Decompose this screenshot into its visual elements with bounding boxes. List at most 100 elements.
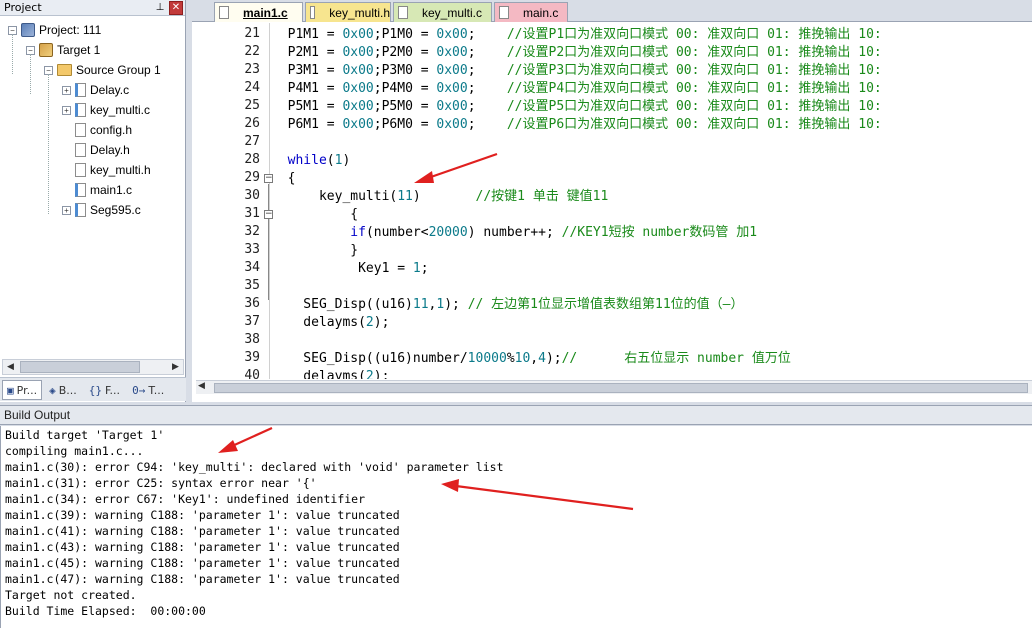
code-text: P6M1 =	[272, 117, 343, 132]
editor-tab-label: key_multi.c	[422, 5, 483, 20]
code-line[interactable]: P6M1 = 0x00;P6M0 = 0x00; //设置P6口为准双向口模式 …	[272, 116, 882, 134]
code-editor[interactable]: main1.c key_multi.h key_multi.c main.c 21 22…	[192, 0, 1032, 402]
expand-icon[interactable]: +	[62, 85, 71, 95]
tree-item[interactable]: + Seg595.c	[62, 200, 141, 220]
scroll-left-icon[interactable]: ◀	[3, 360, 18, 374]
build-output-line[interactable]: main1.c(43): warning C188: 'parameter 1'…	[5, 539, 400, 555]
code-line[interactable]: P2M1 = 0x00;P2M0 = 0x00; //设置P2口为准双向口模式 …	[272, 44, 882, 62]
code-text: }	[272, 243, 359, 258]
code-area[interactable]: P1M1 = 0x00;P1M0 = 0x00; //设置P1口为准双向口模式 …	[272, 23, 1032, 379]
build-output-line[interactable]: Build Time Elapsed: 00:00:00	[5, 603, 206, 619]
project-tree: − Project: 111− Target 1− Source Group 1 + De…	[0, 17, 185, 357]
code-text: ;	[467, 99, 507, 114]
tree-item[interactable]: − Target 1	[26, 40, 100, 60]
folder-icon	[57, 64, 72, 76]
editor-tab[interactable]: key_multi.h	[305, 2, 391, 22]
code-line[interactable]: }	[272, 242, 358, 260]
code-text: ;P6M0 =	[373, 117, 437, 132]
code-line[interactable]: while(1)	[272, 152, 351, 170]
build-output-line[interactable]: main1.c(45): warning C188: 'parameter 1'…	[5, 555, 400, 571]
build-output-line[interactable]: main1.c(41): warning C188: 'parameter 1'…	[5, 523, 400, 539]
project-panel-tab[interactable]: 0→ T...	[127, 380, 169, 400]
code-comment: //设置P4口为准双向口模式 00: 准双向口 01: 推挽输出 10:	[506, 81, 882, 96]
editor-tab[interactable]: key_multi.c	[393, 2, 492, 22]
editor-tab[interactable]: main.c	[494, 2, 568, 22]
code-number: 2	[365, 315, 374, 330]
code-comment: // 左边第1位显示增值表数组第11位的值（—）	[467, 297, 744, 312]
line-number: 37	[244, 314, 260, 329]
code-number: 11	[397, 189, 413, 204]
ide-window: Project ⊥ ✕ − Project: 111− Target 1− Sourc…	[0, 0, 1032, 628]
build-output-line[interactable]: main1.c(31): error C25: syntax error nea…	[5, 475, 317, 491]
tree-item[interactable]: config.h	[62, 120, 132, 140]
project-horizontal-scrollbar[interactable]: ◀ ▶	[2, 359, 184, 375]
code-line[interactable]: P5M1 = 0x00;P5M0 = 0x00; //设置P5口为准双向口模式 …	[272, 98, 882, 116]
target-icon	[39, 43, 53, 57]
tree-item[interactable]: − Project: 111	[8, 20, 101, 40]
code-line[interactable]: Key1 = 1;	[272, 260, 428, 278]
fold-toggle-icon[interactable]: −	[264, 210, 273, 219]
code-line[interactable]: key_multi(11) //按键1 单击 键值11	[272, 188, 608, 206]
code-line[interactable]: delayms(2);	[272, 368, 389, 379]
fold-toggle-icon[interactable]: −	[264, 174, 273, 183]
project-panel-tab[interactable]: {} F...	[84, 380, 125, 400]
tab-icon: {}	[88, 383, 102, 397]
build-output-line[interactable]: Target not created.	[5, 587, 137, 603]
pin-icon[interactable]: ⊥	[153, 1, 167, 15]
tree-item[interactable]: Delay.h	[62, 140, 130, 160]
editor-tab[interactable]: main1.c	[214, 2, 303, 22]
tree-item[interactable]: main1.c	[62, 180, 132, 200]
build-output-line[interactable]: main1.c(39): warning C188: 'parameter 1'…	[5, 507, 400, 523]
scroll-right-icon[interactable]: ▶	[168, 360, 183, 374]
build-output-line[interactable]: main1.c(34): error C67: 'Key1': undefine…	[5, 491, 365, 507]
build-output-title: Build Output	[4, 408, 71, 422]
tree-item[interactable]: − Source Group 1	[44, 60, 161, 80]
tree-item[interactable]: + key_multi.c	[62, 100, 150, 120]
code-line[interactable]: SEG_Disp((u16)number/10000%10,4);// 右五位显…	[272, 350, 791, 368]
code-line[interactable]: P4M1 = 0x00;P4M0 = 0x00; //设置P4口为准双向口模式 …	[272, 80, 882, 98]
build-output-line[interactable]: Build target 'Target 1'	[5, 427, 164, 443]
scrollbar-thumb[interactable]	[214, 383, 1028, 393]
line-number: 21	[244, 26, 260, 41]
code-line[interactable]: P3M1 = 0x00;P3M0 = 0x00; //设置P3口为准双向口模式 …	[272, 62, 882, 80]
build-output-panel[interactable]: Build target 'Target 1' compiling main1.c…	[0, 426, 1032, 628]
tree-item[interactable]: + Delay.c	[62, 80, 129, 100]
editor-horizontal-scrollbar[interactable]: ◀	[196, 380, 1032, 394]
code-text: ;	[467, 81, 507, 96]
code-comment: //KEY1短按 number数码管 加1	[561, 225, 758, 240]
code-line[interactable]: delayms(2);	[272, 314, 389, 332]
project-panel-tab[interactable]: ▣ Pr...	[2, 380, 43, 400]
line-number: 31	[244, 206, 260, 221]
code-number: 0x00	[436, 81, 468, 96]
code-text: P1M1 =	[272, 27, 343, 42]
code-text: SEG_Disp((u16)number/	[272, 351, 468, 366]
code-line[interactable]: {	[272, 170, 296, 188]
scrollbar-thumb[interactable]	[20, 361, 140, 373]
expand-icon[interactable]: +	[62, 205, 71, 215]
build-output-line[interactable]: main1.c(47): warning C188: 'parameter 1'…	[5, 571, 400, 587]
tab-icon: ▣	[7, 383, 14, 397]
code-text: );	[373, 369, 390, 379]
project-panel: Project ⊥ ✕ − Project: 111− Target 1− Sourc…	[0, 0, 186, 402]
tree-item-label: Source Group 1	[76, 63, 161, 77]
code-number: 1	[412, 261, 421, 276]
code-line[interactable]: P1M1 = 0x00;P1M0 = 0x00; //设置P1口为准双向口模式 …	[272, 26, 882, 44]
code-line[interactable]: SEG_Disp((u16)11,1); // 左边第1位显示增值表数组第11位…	[272, 296, 743, 314]
build-output-line[interactable]: compiling main1.c...	[5, 443, 143, 459]
line-number: 33	[244, 242, 260, 257]
close-icon[interactable]: ✕	[169, 0, 183, 15]
expand-icon[interactable]: +	[62, 105, 71, 115]
file-icon	[499, 6, 509, 19]
code-text: %	[506, 351, 515, 366]
project-panel-tab[interactable]: ◈ B...	[44, 380, 82, 400]
scroll-left-icon[interactable]: ◀	[198, 381, 205, 391]
code-line[interactable]: if(number<20000) number++; //KEY1短按 numb…	[272, 224, 757, 242]
file-icon	[219, 6, 229, 19]
build-output-line[interactable]: main1.c(30): error C94: 'key_multi': dec…	[5, 459, 504, 475]
code-text: )	[342, 153, 351, 168]
code-number: 2	[365, 369, 374, 379]
tree-item[interactable]: key_multi.h	[62, 160, 151, 180]
code-number: 10	[514, 351, 531, 366]
code-line[interactable]: {	[272, 206, 358, 224]
code-text: P3M1 =	[272, 63, 343, 78]
